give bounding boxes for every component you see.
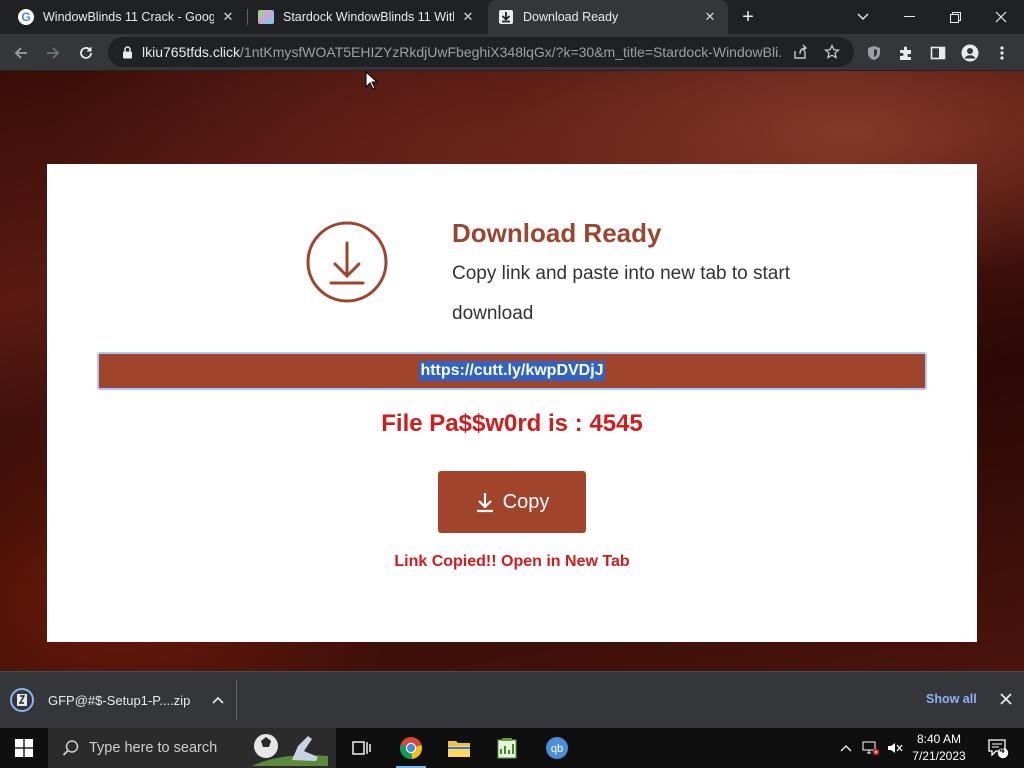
- restore-button[interactable]: [932, 0, 978, 34]
- forward-button[interactable]: [40, 40, 66, 66]
- show-hidden-icons-chevron-icon[interactable]: [836, 728, 856, 768]
- url-host: lkiu765tfds.click: [142, 44, 241, 60]
- copy-button-label: Copy: [502, 490, 550, 513]
- search-placeholder: Type here to search: [89, 740, 218, 756]
- tab-strip: G WindowBlinds 11 Crack - Google Search …: [0, 0, 1024, 34]
- close-tab-icon[interactable]: ✕: [220, 9, 236, 25]
- page-title: Download Ready: [452, 218, 662, 248]
- taskbar-file-explorer[interactable]: [436, 728, 482, 768]
- instructions-text: Copy link and paste into new tab to star…: [452, 263, 790, 324]
- task-view-icon: [352, 741, 371, 755]
- bookmark-star-icon[interactable]: [822, 42, 842, 62]
- notification-center-button[interactable]: 4: [978, 728, 1018, 768]
- taskbar-search[interactable]: Type here to search: [48, 728, 336, 768]
- search-highlight-soccer-icon: [252, 734, 328, 766]
- clock-time: 8:40 AM: [916, 732, 962, 746]
- download-card: Download Ready Copy link and paste into …: [47, 164, 977, 642]
- back-button[interactable]: [8, 40, 34, 66]
- tab-google-search[interactable]: G WindowBlinds 11 Crack - Google Search …: [8, 0, 246, 34]
- tab-title: WindowBlinds 11 Crack - Google Search: [43, 10, 214, 24]
- search-icon: [62, 740, 79, 756]
- tab-download-ready[interactable]: Download Ready ✕: [488, 0, 728, 34]
- download-link-field[interactable]: https://cutt.ly/kwpDVDjJ: [97, 352, 927, 390]
- more-menu-icon[interactable]: [989, 40, 1015, 66]
- address-bar[interactable]: lkiu765tfds.click/1ntKmysfWOAT5EHIZYzRkd…: [108, 37, 854, 67]
- download-shelf: GFP@#$-Setup1-P....zip Show all: [0, 671, 1024, 728]
- download-item[interactable]: GFP@#$-Setup1-P....zip: [10, 682, 224, 718]
- network-icon[interactable]: [860, 728, 882, 768]
- shelf-divider: [236, 680, 237, 720]
- password-text: File Pa$$w0rd is : 4545: [381, 410, 643, 437]
- volume-muted-icon[interactable]: [884, 728, 906, 768]
- taskbar-notepad-app[interactable]: [484, 728, 530, 768]
- download-link-text[interactable]: https://cutt.ly/kwpDVDjJ: [419, 361, 605, 381]
- close-shelf-icon[interactable]: [996, 689, 1016, 709]
- mouse-cursor-icon: [365, 70, 379, 91]
- tab-title: Download Ready: [523, 10, 619, 24]
- show-all-link[interactable]: Show all: [926, 692, 977, 706]
- download-circle-icon: [306, 221, 388, 303]
- close-tab-icon[interactable]: ✕: [460, 9, 476, 25]
- tab-search-chevron-icon[interactable]: [840, 0, 886, 34]
- chevron-up-icon[interactable]: [212, 693, 224, 707]
- reload-button[interactable]: [73, 40, 99, 66]
- minimize-button[interactable]: [886, 0, 932, 34]
- tab-title: Stardock WindowBlinds 11 With Crack: [283, 10, 454, 24]
- windows-logo-icon: [15, 739, 33, 757]
- page-viewport: Download Ready Copy link and paste into …: [0, 71, 1024, 671]
- share-icon[interactable]: [790, 42, 810, 62]
- download-arrow-icon: [475, 491, 495, 513]
- lock-icon[interactable]: [120, 45, 134, 59]
- notepad-chart-icon: [497, 738, 517, 759]
- copy-button[interactable]: Copy: [438, 471, 586, 533]
- svg-text:qb: qb: [551, 743, 563, 755]
- new-tab-button[interactable]: +: [736, 5, 760, 29]
- close-window-button[interactable]: [978, 0, 1024, 34]
- browser-toolbar: lkiu765tfds.click/1ntKmysfWOAT5EHIZYzRkd…: [0, 34, 1024, 71]
- profile-avatar-icon[interactable]: [957, 40, 983, 66]
- shield-extension-icon[interactable]: [861, 40, 887, 66]
- url-path: /1ntKmysfWOAT5EHIZYzRkdjUwFbeghiX348lqGx…: [240, 44, 782, 60]
- download-icon: [498, 9, 514, 25]
- taskbar-qbittorrent[interactable]: qb: [534, 728, 580, 768]
- system-clock[interactable]: 8:40 AM 7/21/2023: [906, 731, 972, 765]
- zip-file-icon: [10, 688, 34, 712]
- link-copied-message: Link Copied!! Open in New Tab: [394, 553, 630, 570]
- stardock-icon: [258, 9, 274, 25]
- folder-icon: [448, 741, 470, 757]
- task-view-button[interactable]: [338, 728, 384, 768]
- chrome-icon: [400, 737, 422, 760]
- side-panel-icon[interactable]: [925, 40, 951, 66]
- qbittorrent-icon: qb: [546, 737, 568, 759]
- google-icon: G: [18, 9, 34, 25]
- start-button[interactable]: [0, 728, 48, 768]
- tab-stardock[interactable]: Stardock WindowBlinds 11 With Crack ✕: [248, 0, 486, 34]
- windows-taskbar: Type here to search qb 8:40 AM 7/21/2023…: [0, 728, 1024, 768]
- extensions-puzzle-icon[interactable]: [893, 40, 919, 66]
- taskbar-chrome[interactable]: [388, 728, 434, 768]
- close-tab-icon[interactable]: ✕: [702, 9, 718, 25]
- notification-count-badge: 4: [999, 745, 1005, 755]
- clock-date: 7/21/2023: [912, 749, 966, 763]
- url-text[interactable]: lkiu765tfds.click/1ntKmysfWOAT5EHIZYzRkd…: [142, 44, 782, 60]
- download-filename: GFP@#$-Setup1-P....zip: [48, 692, 191, 708]
